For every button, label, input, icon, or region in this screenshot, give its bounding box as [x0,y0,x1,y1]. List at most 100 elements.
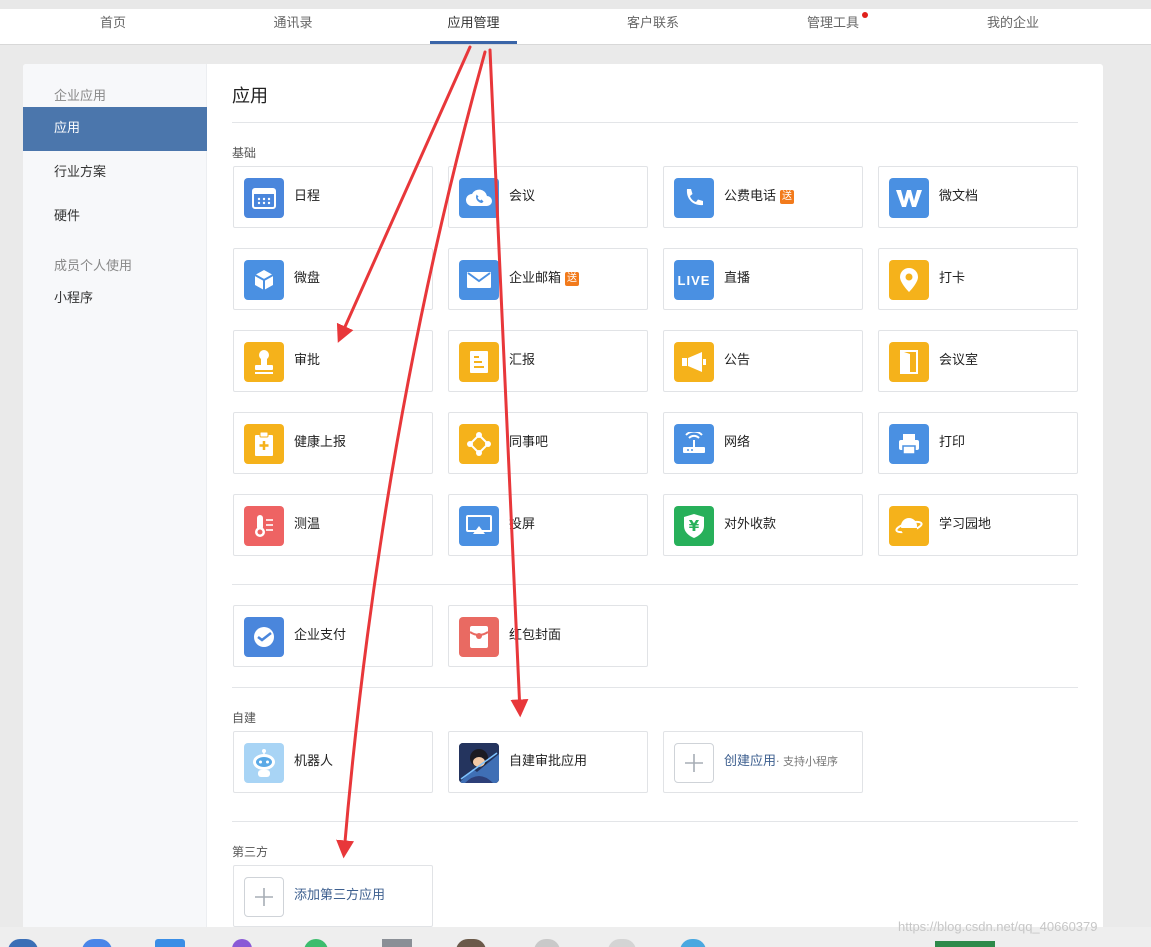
calendar-icon [244,178,284,218]
app-name: 自建审批应用 [509,754,588,769]
screen-cast-icon [459,506,499,546]
sidebar: 企业应用 应用 行业方案 硬件 成员个人使用 小程序 [23,64,207,947]
app-name: 日程 [294,189,321,204]
app-name: 红包封面 [509,628,562,643]
app-card-print[interactable]: 打印 [878,412,1078,474]
printer-icon [889,424,929,464]
app-card-external-payment[interactable]: ¥ 对外收款 [663,494,863,556]
app-name: 公费电话送 [724,189,795,204]
app-card-wedoc[interactable]: 微文档 [878,166,1078,228]
taskbar-app-icon[interactable] [608,939,636,947]
taskbar-app-icon[interactable] [8,939,38,947]
app-name: 企业支付 [294,628,347,643]
app-name: 对外收款 [724,517,777,532]
gift-badge: 送 [565,272,580,286]
app-card-meeting-room[interactable]: 会议室 [878,330,1078,392]
network-nodes-icon [459,424,499,464]
app-card-enterprise-payment[interactable]: 企业支付 [233,605,433,667]
door-icon [889,342,929,382]
plus-icon [674,743,714,783]
tab-app-management[interactable]: 应用管理 [430,9,517,44]
app-card-drive[interactable]: 微盘 [233,248,433,310]
app-name: 打印 [939,435,966,450]
section-label-third-party: 第三方 [232,845,269,859]
stamp-icon [244,342,284,382]
app-card-health-report[interactable]: 健康上报 [233,412,433,474]
app-card-checkin[interactable]: 打卡 [878,248,1078,310]
megaphone-icon [674,342,714,382]
taskbar-app-icon[interactable] [232,939,252,947]
app-name: 健康上报 [294,435,347,450]
app-card-report[interactable]: 汇报 [448,330,648,392]
payment-icon [244,617,284,657]
app-name: 会议室 [939,353,979,368]
sidebar-item-mini-program[interactable]: 小程序 [23,277,207,321]
location-pin-icon [889,260,929,300]
taskbar-app-icon[interactable] [304,939,328,947]
watermark: https://blog.csdn.net/qq_40660379 [898,919,1098,934]
app-card-colleague-bar[interactable]: 同事吧 [448,412,648,474]
top-nav: 首页 通讯录 应用管理 客户联系 管理工具 我的企业 [0,0,1151,45]
phone-icon [674,178,714,218]
app-card-approval[interactable]: 审批 [233,330,433,392]
divider [232,687,1078,688]
app-name: 企业邮箱送 [509,271,580,286]
tab-my-enterprise[interactable]: 我的企业 [970,9,1056,44]
app-card-schedule[interactable]: 日程 [233,166,433,228]
taskbar-app-icon[interactable] [382,939,412,947]
app-name: 学习园地 [939,517,992,532]
app-card-enterprise-mail[interactable]: 企业邮箱送 [448,248,648,310]
gift-badge: 送 [780,190,795,204]
sidebar-item-hardware[interactable]: 硬件 [23,195,207,239]
app-name: 创建应用· 支持小程序 [724,754,839,769]
app-name: 同事吧 [509,435,549,450]
app-card-network[interactable]: 网络 [663,412,863,474]
app-card-learning[interactable]: 学习园地 [878,494,1078,556]
tab-contacts[interactable]: 通讯录 [256,9,330,44]
add-third-party-app-button[interactable]: 添加第三方应用 [233,865,433,927]
robot-icon [244,743,284,783]
app-card-meeting[interactable]: 会议 [448,166,648,228]
taskbar-app-icon[interactable] [155,939,185,947]
app-card-custom-approval[interactable]: 自建审批应用 [448,731,648,793]
app-name: 网络 [724,435,751,450]
page-title: 应用 [232,86,268,107]
section-label-basic: 基础 [232,146,257,160]
app-card-public-phone[interactable]: 公费电话送 [663,166,863,228]
notification-dot [862,12,868,18]
sidebar-item-apps[interactable]: 应用 [23,107,207,151]
app-name: 测温 [294,517,321,532]
sidebar-group-enterprise: 企业应用 [54,89,107,104]
app-card-screen-cast[interactable]: 投屏 [448,494,648,556]
w-doc-icon [889,178,929,218]
app-name: 打卡 [939,271,966,286]
taskbar-app-icon[interactable] [935,941,995,947]
app-name: 汇报 [509,353,536,368]
sidebar-group-personal: 成员个人使用 [54,259,133,274]
app-card-temperature[interactable]: 测温 [233,494,433,556]
router-icon [674,424,714,464]
cube-drive-icon [244,260,284,300]
app-card-robot[interactable]: 机器人 [233,731,433,793]
report-doc-icon [459,342,499,382]
app-name: 会议 [509,189,536,204]
taskbar-app-icon[interactable] [534,939,560,947]
taskbar-app-icon[interactable] [82,939,112,947]
app-card-red-packet-cover[interactable]: 红包封面 [448,605,648,667]
create-app-button[interactable]: 创建应用· 支持小程序 [663,731,863,793]
sidebar-item-industry-solutions[interactable]: 行业方案 [23,151,207,195]
app-name: 公告 [724,353,751,368]
red-packet-icon [459,617,499,657]
app-name: 直播 [724,271,751,286]
tab-customer-contact[interactable]: 客户联系 [610,9,696,44]
app-card-live[interactable]: LIVE 直播 [663,248,863,310]
app-name: 微文档 [939,189,979,204]
divider [232,821,1078,822]
taskbar-app-icon[interactable] [456,939,486,947]
tab-home[interactable]: 首页 [80,9,146,44]
yuan-shield-icon: ¥ [674,506,714,546]
app-card-announcement[interactable]: 公告 [663,330,863,392]
taskbar-app-icon[interactable] [680,939,706,947]
health-clipboard-icon [244,424,284,464]
section-label-self-built: 自建 [232,711,257,725]
